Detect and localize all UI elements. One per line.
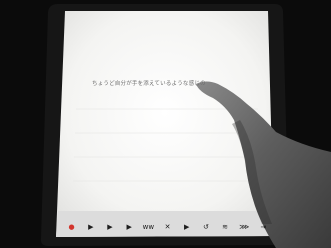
undo-icon[interactable]: ↺ bbox=[196, 221, 215, 234]
toolbar-label bbox=[177, 213, 196, 221]
record-icon[interactable]: ● bbox=[62, 221, 81, 234]
toolbar-label bbox=[62, 213, 81, 221]
screen-text: ちょうど自分が手を添えているような感じの bbox=[92, 81, 206, 87]
photo-scene bbox=[40, 4, 331, 248]
signal-icon[interactable]: ⋙ bbox=[235, 221, 254, 234]
play-icon[interactable]: ▶ bbox=[177, 221, 196, 234]
toolbar-label bbox=[216, 213, 235, 221]
toolbar-label bbox=[139, 213, 158, 221]
toolbar-label bbox=[254, 213, 273, 221]
toolbar-label bbox=[120, 213, 139, 221]
play-icon[interactable]: ▶ bbox=[81, 221, 100, 234]
waveform-icon[interactable]: ᴡᴡ bbox=[139, 221, 158, 234]
toolbar-label bbox=[235, 213, 254, 221]
toolbar-label bbox=[158, 213, 177, 221]
toolbar-label bbox=[196, 213, 215, 221]
wave-settings-icon[interactable]: ≋ bbox=[216, 221, 235, 234]
step-forward-icon[interactable]: ▶ bbox=[120, 221, 139, 234]
play-icon[interactable]: ▶ bbox=[100, 221, 119, 234]
toolbar-labels bbox=[62, 213, 273, 221]
exit-icon[interactable]: ⇥ bbox=[254, 221, 273, 234]
toolbar-label bbox=[100, 213, 119, 221]
close-icon[interactable]: ✕ bbox=[158, 221, 177, 234]
toolbar-label bbox=[81, 213, 100, 221]
tablet-photo bbox=[0, 0, 331, 248]
toolbar: ● ▶ ▶ ▶ ᴡᴡ ✕ ▶ ↺ ≋ ⋙ ⇥ bbox=[62, 221, 273, 234]
